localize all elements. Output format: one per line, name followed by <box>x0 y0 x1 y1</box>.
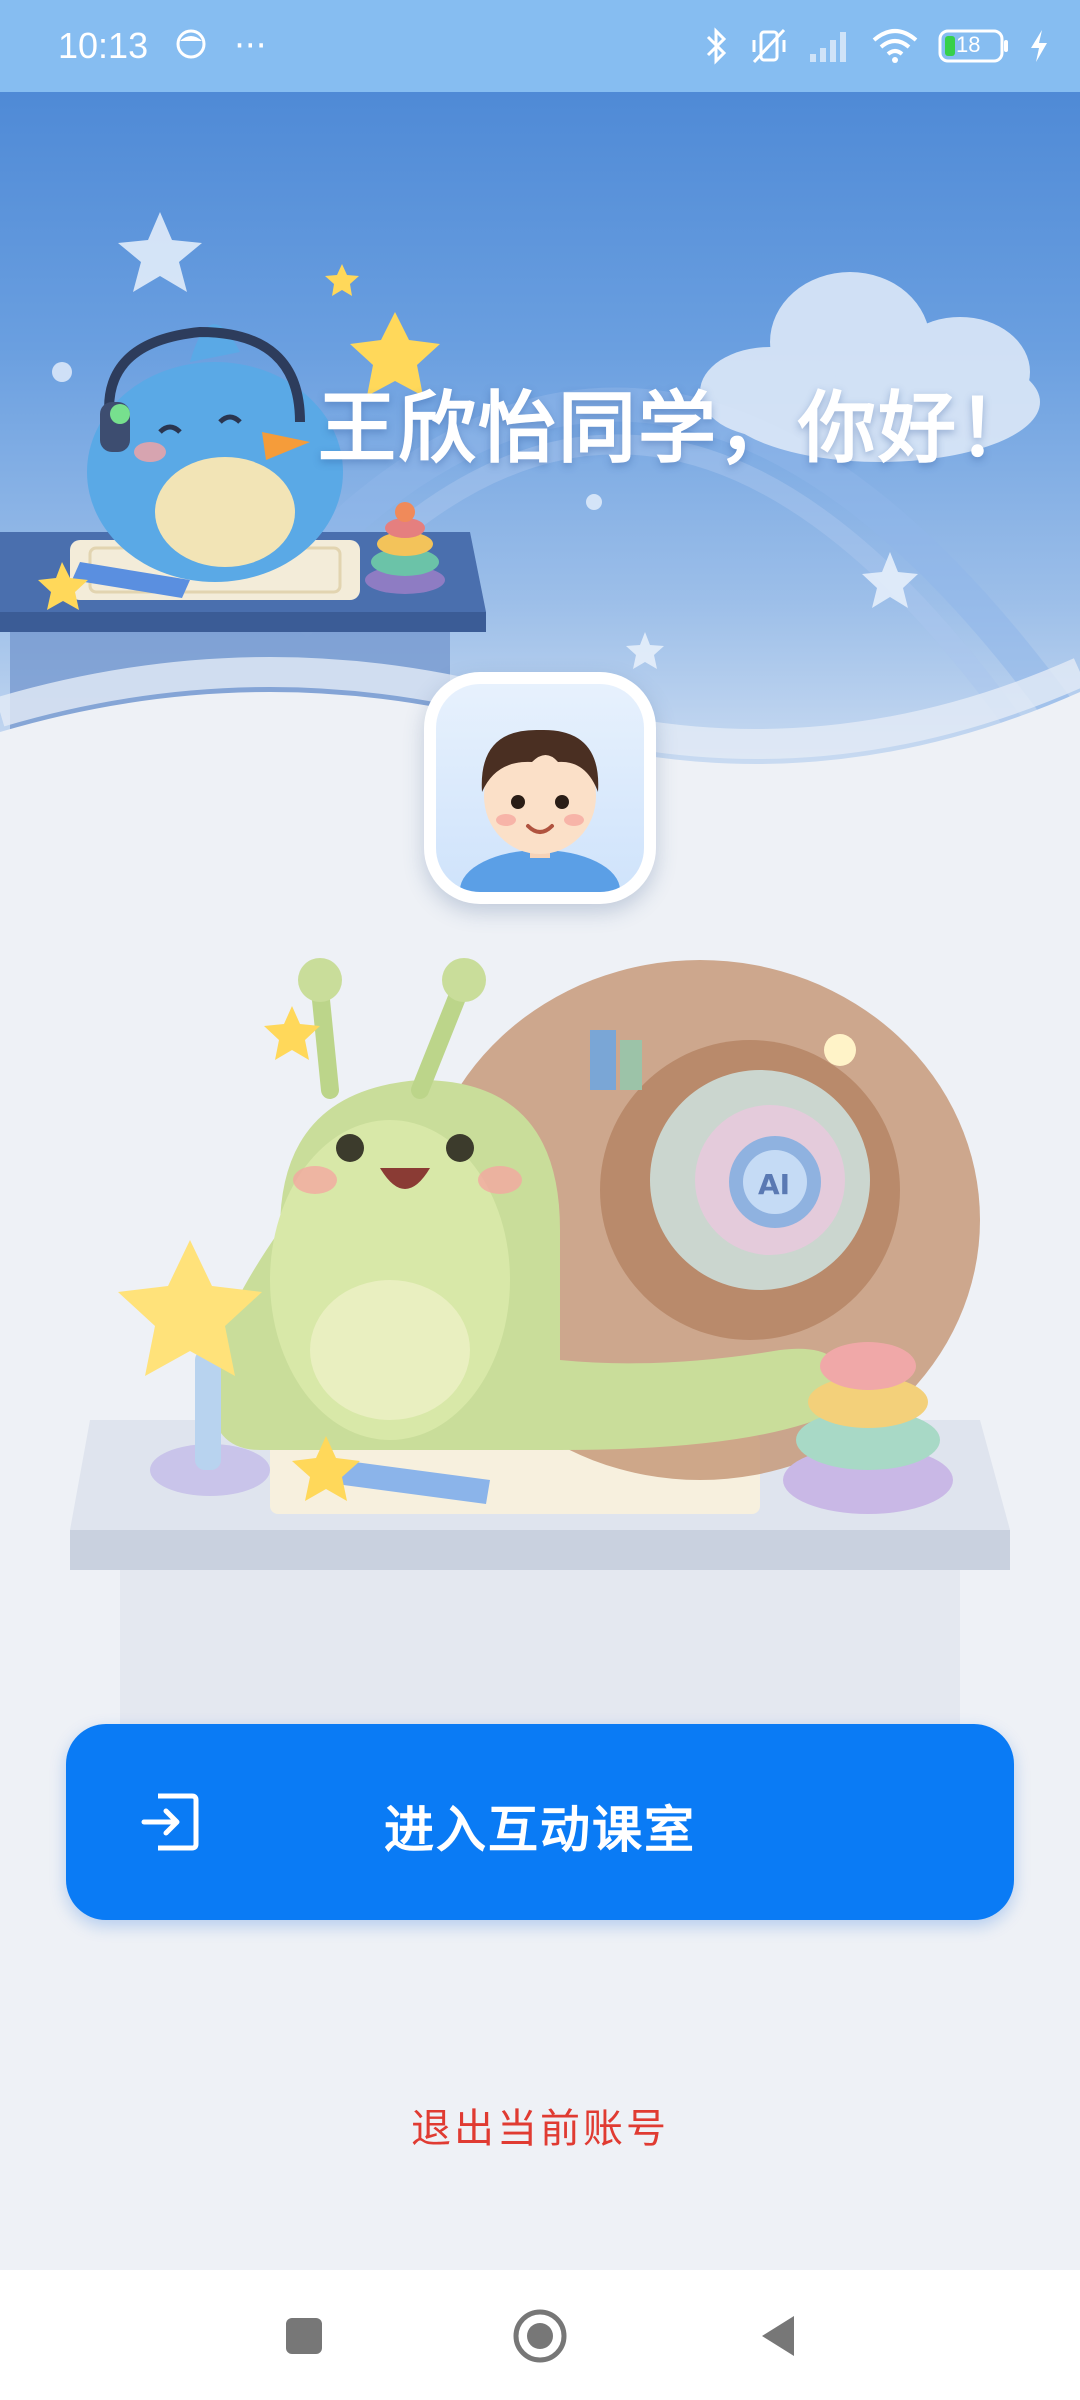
boy-avatar-illustration <box>460 729 620 892</box>
bluetooth-icon <box>704 26 730 66</box>
status-time: 10:13 <box>58 25 149 66</box>
home-button[interactable] <box>510 2306 570 2366</box>
battery-icon: 18 <box>938 28 1010 64</box>
enter-classroom-button[interactable]: 进入互动课室 <box>66 1724 1014 1920</box>
recent-apps-icon <box>286 2318 322 2354</box>
battery-level: 18 <box>956 32 981 57</box>
wifi-icon <box>870 26 920 66</box>
ai-badge-icon: AI <box>758 1168 790 1201</box>
more-notifications: ··· <box>234 26 267 66</box>
logout-link[interactable]: 退出当前账号 <box>0 2096 1080 2154</box>
snail-illustration: AI <box>60 930 1020 1730</box>
charging-icon <box>1028 28 1050 64</box>
system-nav-bar <box>0 2270 1080 2400</box>
back-icon <box>762 2316 794 2356</box>
enter-classroom-label: 进入互动课室 <box>384 1802 696 1858</box>
vibrate-off-icon <box>748 26 790 66</box>
status-bar: 10:13 ··· 18 <box>0 0 1080 92</box>
home-icon <box>513 2309 567 2363</box>
recent-apps-button[interactable] <box>274 2306 334 2366</box>
greeting-title: 王欣怡同学，你好！ <box>318 384 1039 474</box>
avatar[interactable] <box>424 672 656 904</box>
signal-icon <box>808 28 852 64</box>
notification-face-icon <box>174 27 208 65</box>
back-button[interactable] <box>748 2306 808 2366</box>
